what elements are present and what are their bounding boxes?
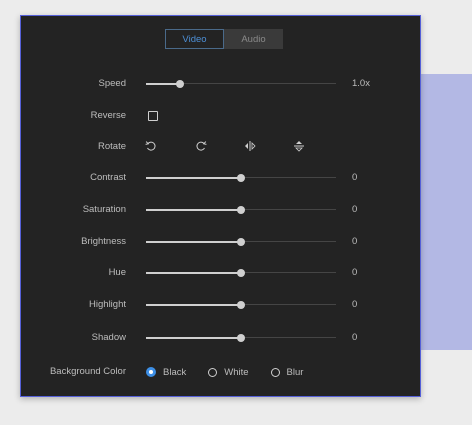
brightness-row: Brightness 0 [21,233,420,251]
highlight-label: Highlight [89,299,126,310]
shadow-value: 0 [352,332,358,343]
saturation-slider-thumb[interactable] [237,206,245,214]
rotate-label: Rotate [98,141,126,152]
tab-bar: Video Audio [165,29,283,49]
background-accent-block [420,74,472,350]
contrast-label: Contrast [90,172,126,183]
saturation-label: Saturation [82,204,126,215]
saturation-slider[interactable] [146,206,336,214]
hue-slider-fill [146,272,241,274]
radio-black[interactable] [146,367,156,377]
background-option-blur[interactable]: Blur [270,366,304,378]
saturation-value: 0 [352,204,358,215]
hue-slider[interactable] [146,269,336,277]
hue-label: Hue [108,267,126,278]
flip-vertical-icon[interactable] [292,139,306,153]
brightness-label: Brightness [81,236,126,247]
radio-blur-label: Blur [286,366,304,378]
video-settings-panel: Video Audio Speed 1.0x Reverse Rotate Co… [20,15,421,397]
brightness-slider-fill [146,241,241,243]
speed-label: Speed [98,78,126,89]
shadow-row: Shadow 0 [21,329,420,347]
flip-horizontal-icon[interactable] [243,139,257,153]
saturation-row: Saturation 0 [21,201,420,219]
speed-slider-thumb[interactable] [176,80,185,88]
speed-slider[interactable] [146,80,336,88]
rotate-right-icon[interactable] [194,139,208,153]
speed-value: 1.0x [352,78,370,89]
contrast-slider-thumb[interactable] [237,174,245,182]
reverse-checkbox[interactable] [148,111,158,121]
brightness-slider[interactable] [146,238,336,246]
highlight-slider[interactable] [146,301,336,309]
radio-white[interactable] [208,367,218,377]
background-color-radio-group: Black White Blur [146,363,325,381]
brightness-value: 0 [352,236,358,247]
reverse-row: Reverse [21,107,420,125]
rotate-left-icon[interactable] [144,139,158,153]
highlight-row: Highlight 0 [21,296,420,314]
contrast-value: 0 [352,172,358,183]
highlight-slider-fill [146,304,241,306]
background-option-white[interactable]: White [208,366,249,378]
shadow-label: Shadow [91,332,126,343]
radio-blur[interactable] [270,367,280,377]
background-color-label: Background Color [49,366,126,377]
highlight-value: 0 [352,299,358,310]
shadow-slider-fill [146,337,241,339]
reverse-label: Reverse [90,110,126,121]
tab-audio[interactable]: Audio [224,29,283,49]
brightness-slider-thumb[interactable] [237,238,245,246]
radio-white-label: White [224,366,249,378]
rotate-row: Rotate [21,138,420,156]
saturation-slider-fill [146,209,241,211]
background-option-black[interactable]: Black [146,367,186,378]
shadow-slider[interactable] [146,334,336,342]
background-color-row: Background Color Black White Blur [21,363,420,381]
contrast-slider[interactable] [146,174,336,182]
hue-row: Hue 0 [21,264,420,282]
tab-video[interactable]: Video [165,29,224,49]
contrast-row: Contrast 0 [21,169,420,187]
speed-slider-fill [146,83,181,85]
contrast-slider-fill [146,177,241,179]
hue-value: 0 [352,267,358,278]
radio-black-label: Black [163,366,187,378]
shadow-slider-thumb[interactable] [237,334,245,342]
highlight-slider-thumb[interactable] [237,301,245,309]
speed-row: Speed 1.0x [21,75,420,93]
hue-slider-thumb[interactable] [237,269,245,277]
